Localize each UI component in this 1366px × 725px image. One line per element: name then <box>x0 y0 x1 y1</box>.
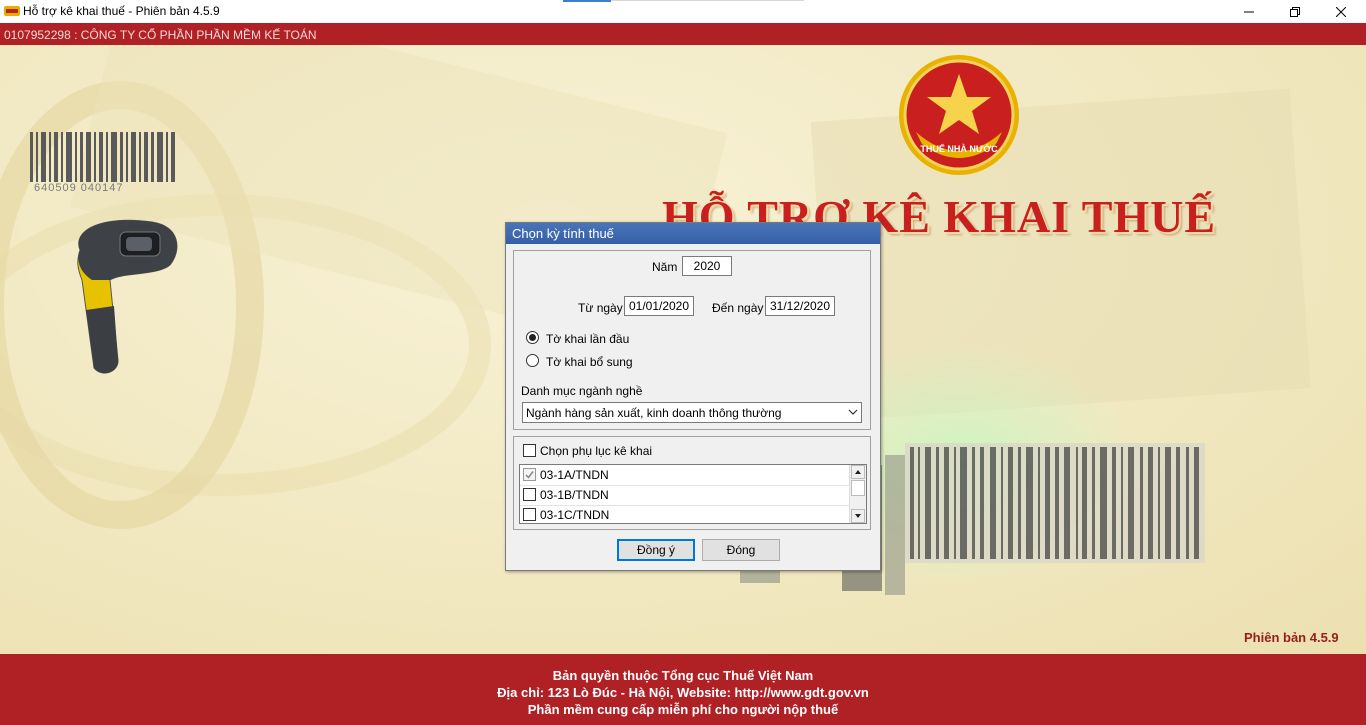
company-name: 0107952298 : CÔNG TY CỔ PHẦN PHẦN MỀM KẾ… <box>4 28 317 42</box>
appendix-group: Chọn phụ lục kê khai 03-1A/TNDN 03-1B/TN… <box>513 436 871 530</box>
appendix-label: 03-1B/TNDN <box>540 488 609 502</box>
radio-first-declaration[interactable] <box>526 331 539 344</box>
tax-period-dialog: Chọn kỳ tính thuế Năm 2020 Từ ngày 01/01… <box>505 222 881 571</box>
appendix-label: 03-1A/TNDN <box>540 468 609 482</box>
minimize-button[interactable] <box>1226 0 1272 23</box>
appendix-select-checkbox[interactable] <box>523 444 536 457</box>
taskbar-accent <box>563 0 611 2</box>
category-select[interactable]: Ngành hàng sản xuất, kinh doanh thông th… <box>522 402 862 423</box>
scroll-down-icon <box>855 514 861 518</box>
period-group: Năm 2020 Từ ngày 01/01/2020 Đến ngày 31/… <box>513 250 871 430</box>
version-label: Phiên bản 4.5.9 <box>1244 630 1339 645</box>
taskbar-accent-line <box>611 0 804 1</box>
appendix-select-label[interactable]: Chọn phụ lục kê khai <box>540 444 652 458</box>
appendix-label: 03-1C/TNDN <box>540 508 610 522</box>
maximize-icon <box>1290 6 1300 17</box>
scanner-icon <box>77 219 178 374</box>
radio-supplementary-declaration[interactable] <box>526 354 539 367</box>
chevron-down-icon <box>848 409 858 415</box>
footer-address: Địa chỉ: 123 Lò Đúc - Hà Nội, Website: h… <box>497 685 869 700</box>
from-date-label: Từ ngày <box>578 301 623 315</box>
list-item[interactable]: 03-1B/TNDN <box>520 485 851 506</box>
scroll-up-icon <box>855 470 861 474</box>
appendix-list[interactable]: 03-1A/TNDN 03-1B/TNDN 03-1C/TNDN <box>519 464 867 524</box>
window-title: Hỗ trợ kê khai thuế - Phiên bản 4.5.9 <box>23 4 220 18</box>
maximize-button[interactable] <box>1272 0 1318 23</box>
scroll-down-button[interactable] <box>851 509 865 523</box>
footer-copyright: Bản quyền thuộc Tổng cục Thuế Việt Nam <box>552 668 814 683</box>
list-item[interactable]: 03-1A/TNDN <box>520 465 851 486</box>
ok-button-label: Đồng ý <box>636 543 676 557</box>
appendix-checkbox <box>523 468 536 481</box>
close-icon <box>1336 6 1346 17</box>
appendix-scrollbar[interactable] <box>849 465 866 523</box>
year-label: Năm <box>652 260 678 274</box>
company-bar: 0107952298 : CÔNG TY CỔ PHẦN PHẦN MỀM KẾ… <box>0 23 1366 45</box>
appendix-checkbox[interactable] <box>523 488 536 501</box>
dialog-title: Chọn kỳ tính thuế <box>512 226 614 241</box>
to-date-input[interactable]: 31/12/2020 <box>765 296 835 316</box>
list-item[interactable]: 03-1C/TNDN <box>520 505 851 523</box>
minimize-icon <box>1244 11 1254 12</box>
barcode-digits: 640509 040147 <box>34 182 124 194</box>
close-dialog-button-label: Đóng <box>726 543 756 557</box>
category-select-value: Ngành hàng sản xuất, kinh doanh thông th… <box>526 406 782 420</box>
footer-note: Phần mềm cung cấp miễn phí cho người nộp… <box>527 702 839 717</box>
emblem-text: THUẾ NHÀ NƯỚC <box>920 143 998 154</box>
from-date-input[interactable]: 01/01/2020 <box>624 296 694 316</box>
dialog-titlebar[interactable]: Chọn kỳ tính thuế <box>506 223 880 244</box>
radio-first-label[interactable]: Tờ khai lần đầu <box>546 332 629 346</box>
tax-emblem-icon: THUẾ NHÀ NƯỚC <box>899 55 1019 175</box>
to-date-label: Đến ngày <box>712 301 764 315</box>
close-button[interactable] <box>1318 0 1364 23</box>
appendix-checkbox[interactable] <box>523 508 536 521</box>
close-dialog-button[interactable]: Đóng <box>702 539 780 561</box>
app-icon <box>4 4 20 18</box>
checkmark-icon <box>525 471 534 479</box>
year-input[interactable]: 2020 <box>682 256 732 276</box>
scroll-thumb[interactable] <box>851 480 865 496</box>
window-titlebar: Hỗ trợ kê khai thuế - Phiên bản 4.5.9 <box>0 0 1366 23</box>
footer: Bản quyền thuộc Tổng cục Thuế Việt Nam Đ… <box>0 654 1366 725</box>
radio-supplementary-label[interactable]: Tờ khai bổ sung <box>546 355 633 369</box>
ok-button[interactable]: Đồng ý <box>617 539 695 561</box>
category-label: Danh mục ngành nghề <box>521 384 643 398</box>
scroll-up-button[interactable] <box>851 465 865 479</box>
